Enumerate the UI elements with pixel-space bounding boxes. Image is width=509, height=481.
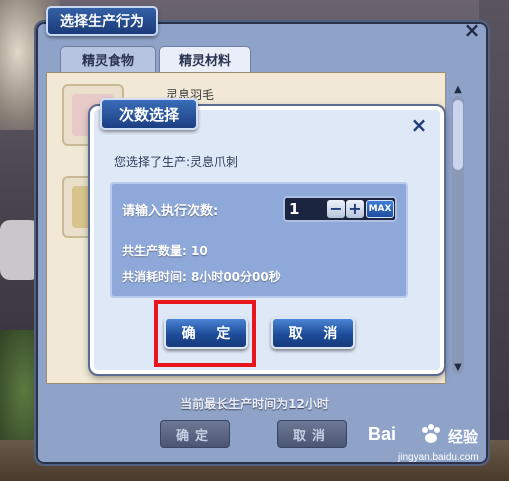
window-cancel-button[interactable]: 取消 — [277, 420, 347, 448]
increment-button[interactable]: + — [346, 200, 364, 218]
count-value[interactable]: 1 — [289, 198, 321, 220]
scrollbar-thumb[interactable] — [453, 100, 463, 170]
production-window-title: 选择生产行为 — [46, 6, 158, 36]
count-input-label: 请输入执行次数: — [122, 204, 219, 219]
total-time-text: 共消耗时间: 8小时00分00秒 — [122, 270, 281, 284]
decrement-button[interactable]: − — [327, 200, 345, 218]
total-quantity-text: 共生产数量: 10 — [122, 244, 208, 258]
close-icon[interactable]: × — [462, 20, 482, 40]
tab-spirit-material[interactable]: 精灵材料 — [159, 46, 251, 72]
scroll-down-arrow-icon[interactable]: ▼ — [452, 362, 464, 374]
dialog-close-icon[interactable]: × — [408, 114, 430, 136]
max-button[interactable]: MAX — [366, 200, 394, 218]
highlight-annotation-box — [154, 300, 256, 367]
baidu-paw-icon — [422, 424, 440, 443]
dialog-title: 次数选择 — [100, 98, 198, 130]
max-production-time-text: 当前最长生产时间为12小时 — [180, 397, 329, 411]
scroll-up-arrow-icon[interactable]: ▲ — [452, 84, 464, 96]
watermark-url: jingyan.baidu.com — [398, 452, 479, 463]
baidu-jingyan-text: 经验 — [448, 428, 479, 446]
baidu-brand-text: Bai — [368, 424, 397, 444]
selected-production-text: 您选择了生产:灵息爪刺 — [114, 155, 239, 169]
tab-spirit-food[interactable]: 精灵食物 — [60, 46, 156, 72]
cancel-button[interactable]: 取 消 — [271, 317, 355, 349]
window-confirm-button[interactable]: 确定 — [160, 420, 230, 448]
